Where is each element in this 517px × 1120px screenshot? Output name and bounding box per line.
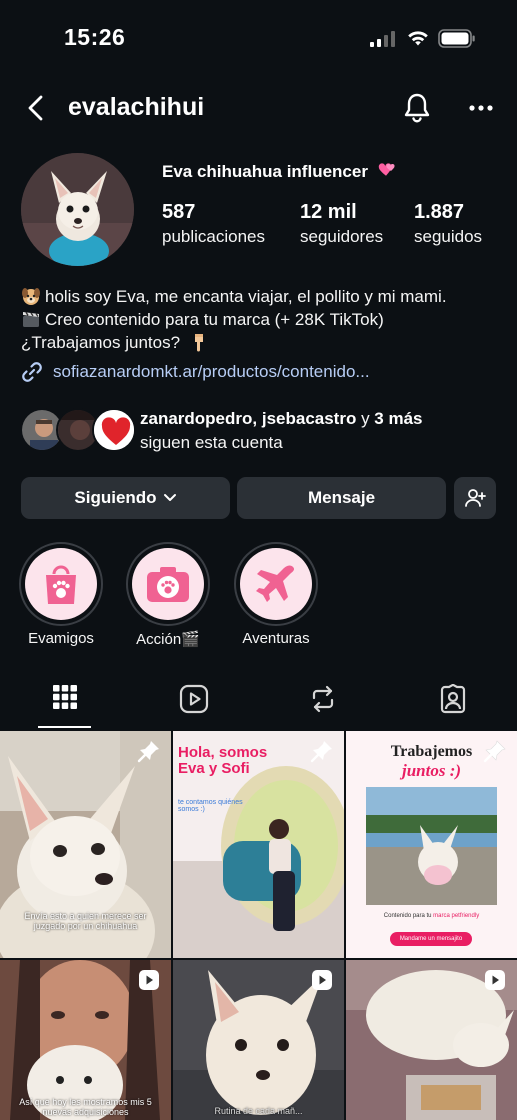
- following-button[interactable]: Siguiendo: [21, 477, 230, 519]
- bio-line-1: holis soy Eva, me encanta viajar, el pol…: [45, 287, 447, 306]
- post-tile[interactable]: Trabajemos juntos :) Contenido para tu m…: [346, 731, 517, 958]
- highlight-aventuras[interactable]: Aventuras: [233, 542, 319, 647]
- post-title-line2: juntos :): [401, 761, 462, 780]
- highlight-label-evamigos: Evamigos: [28, 630, 94, 647]
- tab-reposts[interactable]: [258, 680, 387, 730]
- post-body: Contenido para tu marca petfriendly: [346, 913, 517, 919]
- grid-icon: [52, 685, 77, 709]
- reel-icon: [139, 970, 159, 990]
- tab-tagged[interactable]: [388, 680, 517, 730]
- highlight-cover: [25, 548, 97, 620]
- bio-line-3: ¿Trabajamos juntos?: [21, 333, 181, 352]
- post-photo-dog-lake: [366, 787, 497, 905]
- active-tab-indicator: [38, 726, 91, 728]
- display-name: Eva chihuahua influencer: [162, 162, 397, 182]
- more-options-icon[interactable]: [466, 96, 496, 120]
- message-button[interactable]: Mensaje: [237, 477, 446, 519]
- back-arrow-icon[interactable]: [24, 94, 48, 122]
- profile-avatar[interactable]: [21, 153, 134, 266]
- airplane-icon: [256, 565, 295, 602]
- profile-bio: holis soy Eva, me encanta viajar, el pol…: [21, 285, 501, 354]
- link-chain-icon: [22, 362, 42, 382]
- stat-following[interactable]: 1.887 seguidos: [414, 200, 482, 249]
- post-tile[interactable]: [346, 960, 517, 1120]
- tab-grid[interactable]: [0, 680, 129, 730]
- post-tile[interactable]: Hola, somos Eva y Sofi te contamos quién…: [173, 731, 344, 958]
- stat-followers[interactable]: 12 mil seguidores: [300, 200, 383, 249]
- pinned-icon: [483, 740, 506, 763]
- stat-posts[interactable]: 587 publicaciones: [162, 200, 265, 249]
- tab-reels[interactable]: [129, 680, 258, 730]
- stat-following-label: seguidos: [414, 227, 483, 246]
- bio-line-2: Creo contenido para tu marca (+ 28K TikT…: [45, 310, 384, 329]
- camera-paw-icon: [147, 567, 189, 602]
- status-bar: 15:26: [0, 0, 517, 78]
- profile-username: evalachihui: [68, 93, 205, 121]
- profile-tabs: [0, 680, 517, 730]
- highlight-label-aventuras: Aventuras: [242, 630, 310, 647]
- profile-header: evalachihui: [0, 86, 517, 130]
- red-heart-icon: [94, 410, 134, 450]
- reel-icon: [485, 970, 505, 990]
- highlight-ring: [19, 542, 103, 626]
- highlight-cover: [132, 548, 204, 620]
- suggested-users-button[interactable]: [454, 477, 496, 519]
- post-body-prefix: Contenido para tu: [383, 913, 434, 919]
- pointing-down-hand-emoji-icon: [194, 334, 203, 352]
- highlight-label-accion: Acción🎬: [136, 631, 200, 648]
- stat-followers-value: 12 mil: [300, 201, 357, 223]
- bio-link[interactable]: sofiazanardomkt.ar/productos/contenido..…: [21, 360, 370, 384]
- display-name-text: Eva chihuahua influencer: [162, 162, 368, 181]
- cellular-signal-icon: [370, 31, 395, 47]
- two-hearts-emoji-icon: [378, 163, 395, 176]
- post-cta: Mandame un mensajito: [390, 932, 472, 946]
- reels-icon: [179, 684, 208, 714]
- followed-by-names: zanardopedro, jsebacastro: [140, 409, 357, 428]
- posts-grid: Envía esto a quien merece ser juzgado po…: [0, 731, 517, 1120]
- stat-following-value: 1.887: [414, 201, 465, 223]
- followed-by[interactable]: zanardopedro, jsebacastro y 3 más siguen…: [20, 405, 500, 457]
- pinned-icon: [137, 741, 159, 763]
- notification-bell-icon[interactable]: [402, 92, 432, 124]
- post-subtitle: te contamos quiénes somos :): [178, 799, 243, 813]
- avatar-chihuahua-image: [21, 153, 134, 266]
- post-body-highlight: marca petfriendly: [433, 913, 480, 919]
- pinned-icon: [310, 741, 332, 763]
- tagged-person-icon: [440, 684, 465, 714]
- post-tile[interactable]: Así que hoy les mostramos mis 5 nuevas a…: [0, 960, 171, 1120]
- following-button-label: Siguiendo: [74, 488, 157, 507]
- followed-by-line2: siguen esta cuenta: [140, 433, 283, 452]
- reel-icon: [312, 970, 332, 990]
- highlight-cover: [240, 548, 312, 620]
- highlight-evamigos[interactable]: Evamigos: [18, 542, 104, 647]
- post-title: Hola, somos Eva y Sofi: [178, 744, 268, 777]
- post-tile[interactable]: Rutina de cada mañ...: [173, 960, 344, 1120]
- post-tile[interactable]: Envía esto a quien merece ser juzgado po…: [0, 731, 171, 958]
- stat-followers-label: seguidores: [300, 227, 384, 246]
- stat-posts-value: 587: [162, 201, 196, 223]
- add-person-icon: [465, 489, 486, 507]
- highlight-ring: [234, 542, 318, 626]
- clapper-board-emoji-icon: [23, 312, 39, 327]
- highlight-accion[interactable]: Acción🎬: [125, 542, 211, 648]
- highlight-ring: [126, 542, 210, 626]
- post-caption: Así que hoy les mostramos mis 5 nuevas a…: [19, 1097, 152, 1117]
- follower-avatar-3: [92, 408, 136, 452]
- bio-link-text[interactable]: sofiazanardomkt.ar/productos/contenido..…: [53, 362, 370, 382]
- post-caption: Envía esto a quien merece ser juzgado po…: [24, 911, 147, 931]
- followed-by-connector: y: [356, 409, 375, 428]
- dog-face-emoji-icon: [22, 288, 40, 305]
- followed-by-text: zanardopedro, jsebacastro y 3 más siguen…: [140, 407, 423, 455]
- chevron-down-icon: [163, 494, 176, 501]
- stat-posts-label: publicaciones: [162, 227, 266, 246]
- shopping-bag-paw-icon: [46, 565, 76, 604]
- followed-by-more: 3 más: [374, 409, 423, 428]
- post-caption: Rutina de cada mañ...: [214, 1106, 303, 1116]
- wifi-icon: [408, 31, 428, 46]
- status-time: 15:26: [64, 24, 126, 50]
- battery-icon: [438, 29, 475, 48]
- repost-icon: [312, 685, 333, 713]
- message-button-label: Mensaje: [307, 488, 376, 507]
